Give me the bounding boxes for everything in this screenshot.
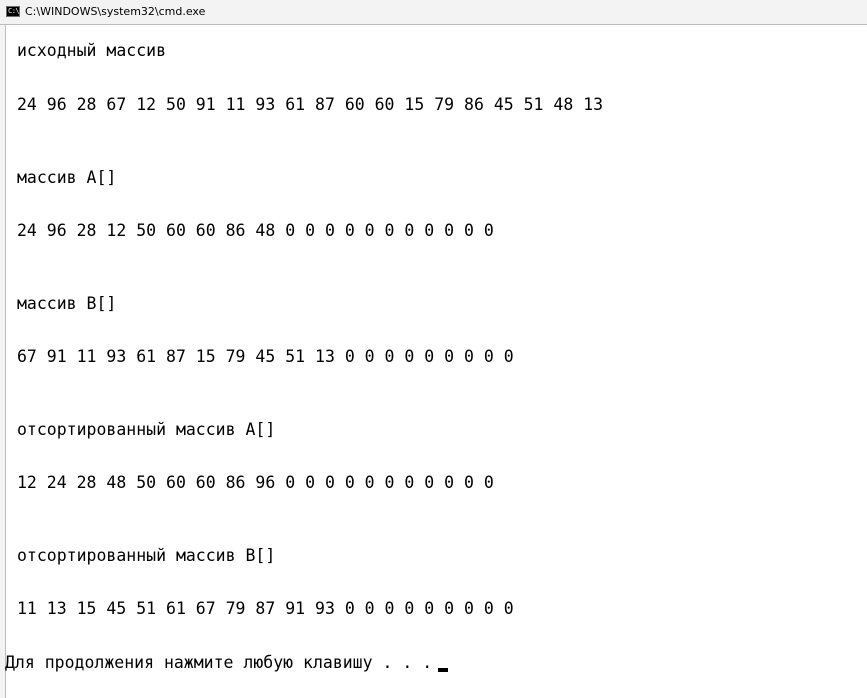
console-line-sorted-b-values: 11 13 15 45 51 61 67 79 87 91 93 0 0 0 0… [17, 599, 514, 618]
console-line-array-b-label: массив B[] [17, 294, 117, 313]
console-line-original-label: исходный массив [17, 41, 167, 60]
cmd-icon[interactable]: C:\ [6, 6, 20, 17]
cmd-icon-glyph: C:\ [8, 7, 20, 15]
console-line-sorted-a-values: 12 24 28 48 50 60 60 86 96 0 0 0 0 0 0 0… [17, 473, 494, 492]
console-line-sorted-a-label: отсортированный массив A[] [17, 420, 276, 439]
continue-prompt: Для продолжения нажмите любую клавишу . … [5, 653, 433, 672]
cmd-window: C:\ C:\WINDOWS\system32\cmd.exe исходный… [0, 0, 867, 698]
console-prompt-line: Для продолжения нажмите любую клавишу . … [5, 653, 449, 673]
console-output[interactable]: исходный массив 24 96 28 67 12 50 91 11 … [0, 25, 867, 698]
console-line-array-a-values: 24 96 28 12 50 60 60 86 48 0 0 0 0 0 0 0… [17, 221, 494, 240]
window-title: C:\WINDOWS\system32\cmd.exe [25, 5, 206, 18]
console-line-array-a-label: массив A[] [17, 168, 117, 187]
title-bar[interactable]: C:\ C:\WINDOWS\system32\cmd.exe [0, 0, 867, 25]
console-line-sorted-b-label: отсортированный массив B[] [17, 546, 276, 565]
console-line-original-values: 24 96 28 67 12 50 91 11 93 61 87 60 60 1… [17, 95, 604, 114]
console-line-array-b-values: 67 91 11 93 61 87 15 79 45 51 13 0 0 0 0… [17, 347, 514, 366]
text-cursor [438, 668, 449, 672]
